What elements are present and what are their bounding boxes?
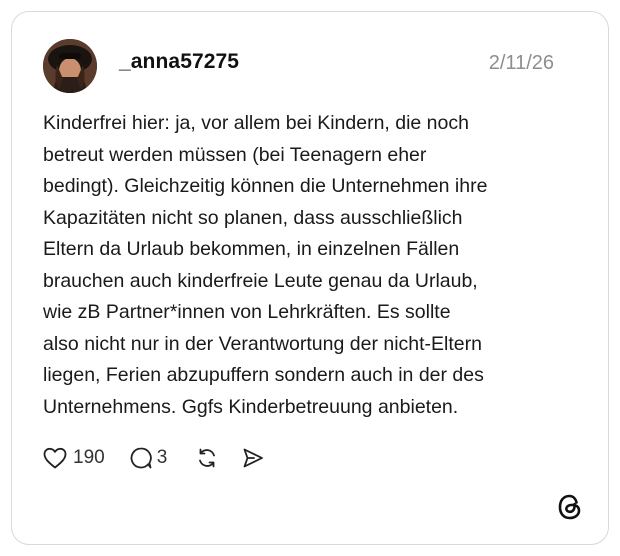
post-text: Kinderfrei hier: ja, vor allem bei Kinde…: [43, 112, 488, 418]
share-icon: [241, 446, 265, 470]
post-card: _anna57275 2/11/26 Kinderfrei hier: ja, …: [11, 11, 609, 545]
repost-icon: [195, 446, 219, 470]
action-bar: 190 3: [43, 443, 265, 473]
comment-icon: [129, 446, 153, 470]
avatar[interactable]: [43, 39, 97, 93]
share-button[interactable]: [241, 446, 265, 470]
reply-count: 3: [156, 447, 168, 468]
threads-logo-icon: [557, 493, 583, 521]
like-button[interactable]: 190: [43, 447, 105, 469]
username[interactable]: _anna57275: [119, 50, 239, 74]
reply-button[interactable]: 3: [129, 446, 168, 470]
post-date: 2/11/26: [488, 52, 554, 74]
like-count: 190: [73, 447, 105, 468]
heart-icon: [43, 447, 67, 469]
repost-button[interactable]: [195, 446, 219, 470]
